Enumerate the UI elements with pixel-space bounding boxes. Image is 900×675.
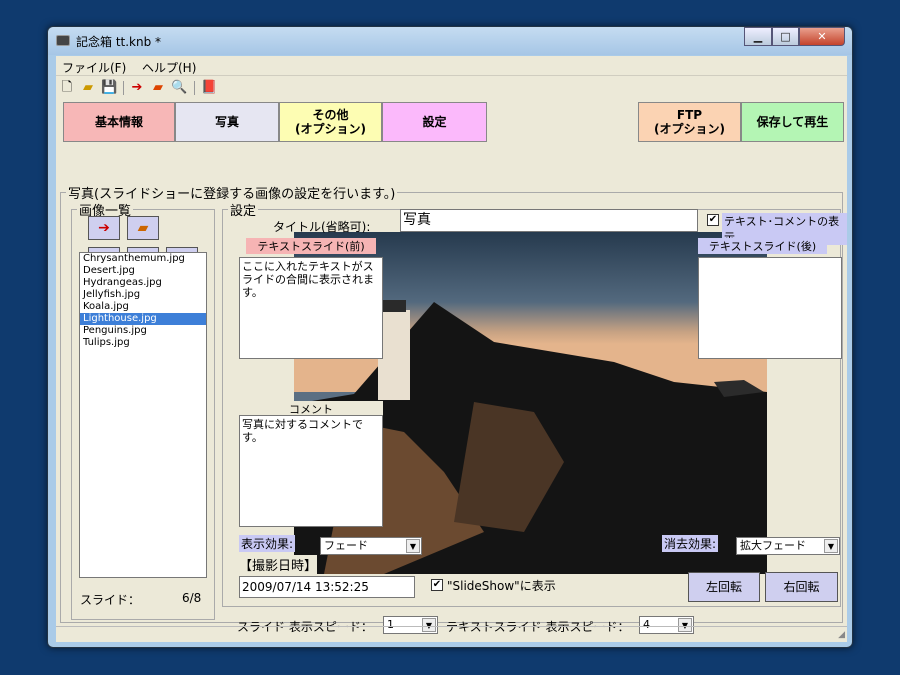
title-input[interactable]: 写真: [400, 209, 698, 232]
text-slide-after-label: テキストスライド(後): [698, 238, 827, 254]
list-item[interactable]: Jellyfish.jpg: [80, 289, 206, 301]
status-bar: [56, 626, 847, 642]
list-item-selected[interactable]: Lighthouse.jpg: [80, 313, 206, 325]
window-title: 記念箱 tt.knb *: [76, 35, 162, 49]
save-icon[interactable]: 💾: [101, 80, 117, 96]
show-text-comment-checkbox[interactable]: ✔: [707, 214, 719, 226]
slideshow-show-label: "SlideShow"に表示: [447, 579, 556, 593]
add-image-button[interactable]: ➔: [88, 216, 120, 240]
export-icon[interactable]: ➔: [129, 80, 145, 96]
new-file-icon[interactable]: 🗋: [59, 80, 75, 96]
settings-title: 設定: [228, 200, 259, 219]
minimize-button[interactable]: ▁: [744, 27, 772, 46]
vanish-effect-dropdown[interactable]: 拡大フェード ▼: [736, 537, 840, 555]
list-item[interactable]: Penguins.jpg: [80, 325, 206, 337]
maximize-button[interactable]: □: [772, 27, 799, 46]
toolbar-separator: [194, 81, 195, 95]
search-icon[interactable]: 🔍: [171, 80, 187, 96]
open-image-folder-button[interactable]: ▰: [127, 216, 159, 240]
rotate-left-button[interactable]: 左回転: [688, 572, 760, 602]
display-effect-label: 表示効果:: [239, 535, 296, 552]
app-window: 記念箱 tt.knb * ▁ □ ✕ ファイル(F) ヘルプ(H) 🗋 ▰ 💾 …: [47, 26, 853, 648]
menu-help[interactable]: ヘルプ(H): [142, 59, 196, 76]
tab-settings[interactable]: 設定: [382, 102, 487, 142]
chevron-down-icon: ▼: [406, 539, 420, 553]
toolbar: 🗋 ▰ 💾 ➔ ▰ 🔍 📕: [56, 77, 847, 101]
text-slide-before-textarea[interactable]: ここに入れたテキストがスライドの合間に表示されます。: [239, 257, 383, 359]
shot-date-input[interactable]: 2009/07/14 13:52:25: [239, 576, 415, 598]
resize-grip-icon[interactable]: ◢: [838, 630, 845, 640]
list-item[interactable]: Hydrangeas.jpg: [80, 277, 206, 289]
slide-label: スライド：: [80, 593, 141, 607]
shot-date-label: 【撮影日時】: [239, 555, 318, 574]
open-folder-icon[interactable]: ▰: [80, 80, 96, 96]
list-item[interactable]: Desert.jpg: [80, 265, 206, 277]
vanish-effect-label: 消去効果:: [662, 535, 719, 552]
book-icon[interactable]: 📕: [201, 80, 217, 96]
vanish-effect-value: 拡大フェード: [740, 539, 806, 552]
text-slide-before-label: テキストスライド(前): [246, 238, 376, 254]
image-file-list[interactable]: Chrysanthemum.jpg Desert.jpg Hydrangeas.…: [79, 252, 207, 578]
comment-textarea[interactable]: 写真に対するコメントです。: [239, 415, 383, 527]
toolbar-separator: [123, 81, 124, 95]
title-field-label: タイトル(省略可):: [273, 220, 371, 234]
rotate-right-button[interactable]: 右回転: [765, 572, 838, 602]
list-item[interactable]: Chrysanthemum.jpg: [80, 253, 206, 265]
close-button[interactable]: ✕: [799, 27, 845, 46]
display-effect-value: フェード: [324, 539, 368, 552]
client-area: ファイル(F) ヘルプ(H) 🗋 ▰ 💾 ➔ ▰ 🔍 📕 基本情報 写真 その他…: [56, 56, 847, 642]
list-item[interactable]: Koala.jpg: [80, 301, 206, 313]
chevron-down-icon: ▼: [824, 539, 838, 553]
slide-count: 6/8: [182, 591, 202, 605]
list-item[interactable]: Tulips.jpg: [80, 337, 206, 349]
tab-other[interactable]: その他 (オプション): [279, 102, 382, 142]
title-bar[interactable]: 記念箱 tt.knb * ▁ □ ✕: [48, 27, 852, 55]
display-effect-dropdown[interactable]: フェード ▼: [320, 537, 422, 555]
menu-bar: ファイル(F) ヘルプ(H): [56, 56, 847, 76]
tab-ftp[interactable]: FTP (オプション): [638, 102, 741, 142]
text-slide-after-textarea[interactable]: [698, 257, 842, 359]
app-icon: [56, 35, 70, 46]
menu-file[interactable]: ファイル(F): [62, 59, 126, 76]
slideshow-show-checkbox[interactable]: ✔: [431, 579, 443, 591]
tab-basic-info[interactable]: 基本情報: [63, 102, 175, 142]
tab-photo[interactable]: 写真: [175, 102, 279, 142]
open-icon[interactable]: ▰: [150, 80, 166, 96]
save-and-play-button[interactable]: 保存して再生: [741, 102, 844, 142]
